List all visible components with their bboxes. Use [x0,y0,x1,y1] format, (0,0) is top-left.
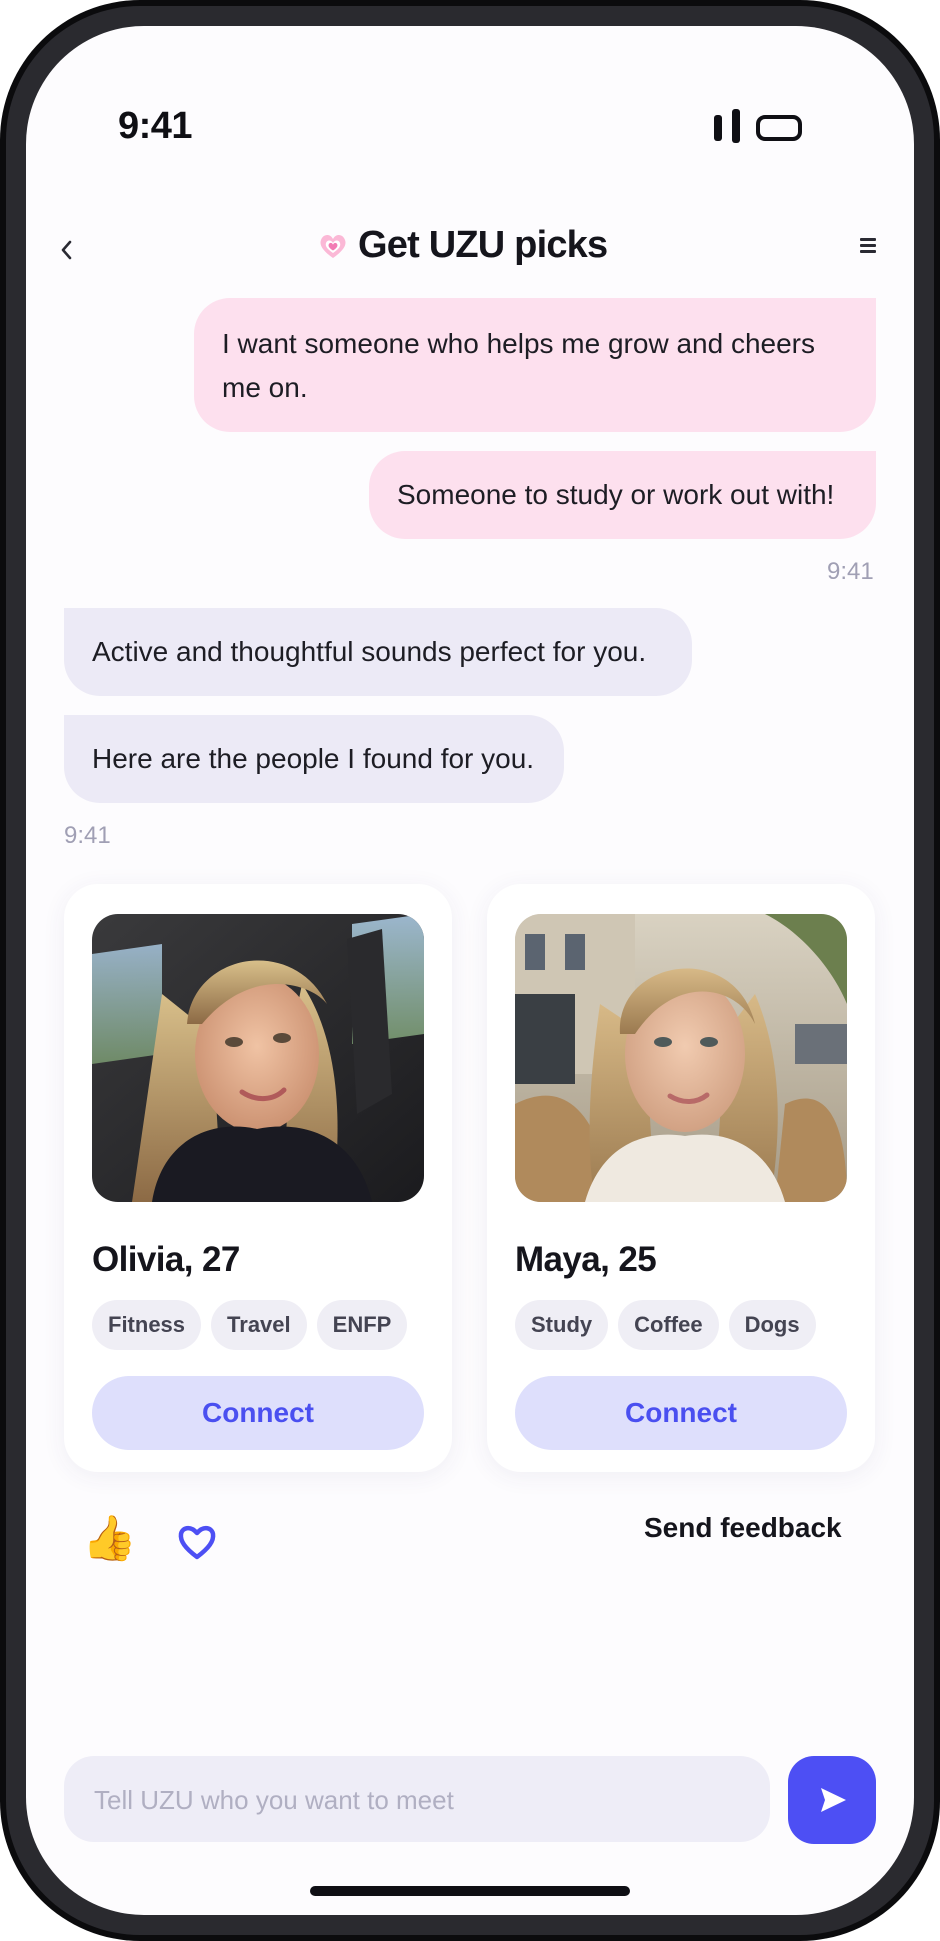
user-timestamp: 9:41 [827,558,874,585]
profile-card-maya[interactable]: Maya, 25 Study Coffee Dogs Connect [487,884,875,1472]
heart-outline-icon[interactable] [176,1522,218,1567]
back-button[interactable] [60,236,84,266]
home-indicator[interactable] [310,1886,630,1896]
connect-button[interactable]: Connect [515,1376,847,1450]
message-text: I want someone who helps me grow and che… [222,328,815,403]
profile-name: Maya, 25 [515,1240,657,1279]
tag-chip: ENFP [316,1300,408,1350]
tag-chip: Coffee [618,1300,719,1350]
bot-message-2: Here are the people I found for you. [64,715,564,803]
title-text: Get UZU picks [358,224,608,266]
tag-chip: Dogs [728,1300,816,1350]
tag-chip: Fitness [92,1300,202,1350]
profile-name: Olivia, 27 [92,1240,240,1279]
message-text: Active and thoughtful sounds perfect for… [92,636,647,667]
send-button[interactable] [788,1756,876,1844]
tag-chip: Study [515,1300,609,1350]
send-feedback-link[interactable]: Send feedback [644,1512,842,1544]
user-message-1: I want someone who helps me grow and che… [194,298,876,432]
connect-button[interactable]: Connect [92,1376,424,1450]
battery-icon [756,115,802,141]
heart-logo-icon [318,231,348,261]
send-icon [821,1788,846,1812]
chevron-left-icon [61,240,72,260]
bot-message-1: Active and thoughtful sounds perfect for… [64,608,692,696]
message-text: Here are the people I found for you. [92,743,535,774]
signal-icon [714,115,722,141]
message-text: Someone to study or work out with! [397,479,835,510]
thumbs-up-icon[interactable]: 👍 [82,1514,137,1564]
profile-photo [92,914,424,1202]
page-title: Get UZU picks [318,224,608,267]
menu-button[interactable] [860,238,876,256]
message-composer [64,1756,770,1844]
profile-photo [515,914,847,1202]
profile-tags: Fitness Travel ENFP [92,1300,408,1350]
user-message-2: Someone to study or work out with! [369,451,876,539]
bot-timestamp: 9:41 [64,822,111,849]
signal-bar-icon [732,109,740,143]
status-time: 9:41 [118,105,193,147]
menu-icon [860,238,876,253]
message-input[interactable] [92,1756,736,1844]
profile-card-olivia[interactable]: Olivia, 27 Fitness Travel ENFP Connect [64,884,452,1472]
status-icons [714,109,802,143]
tag-chip: Travel [211,1300,307,1350]
profile-tags: Study Coffee Dogs [515,1300,816,1350]
